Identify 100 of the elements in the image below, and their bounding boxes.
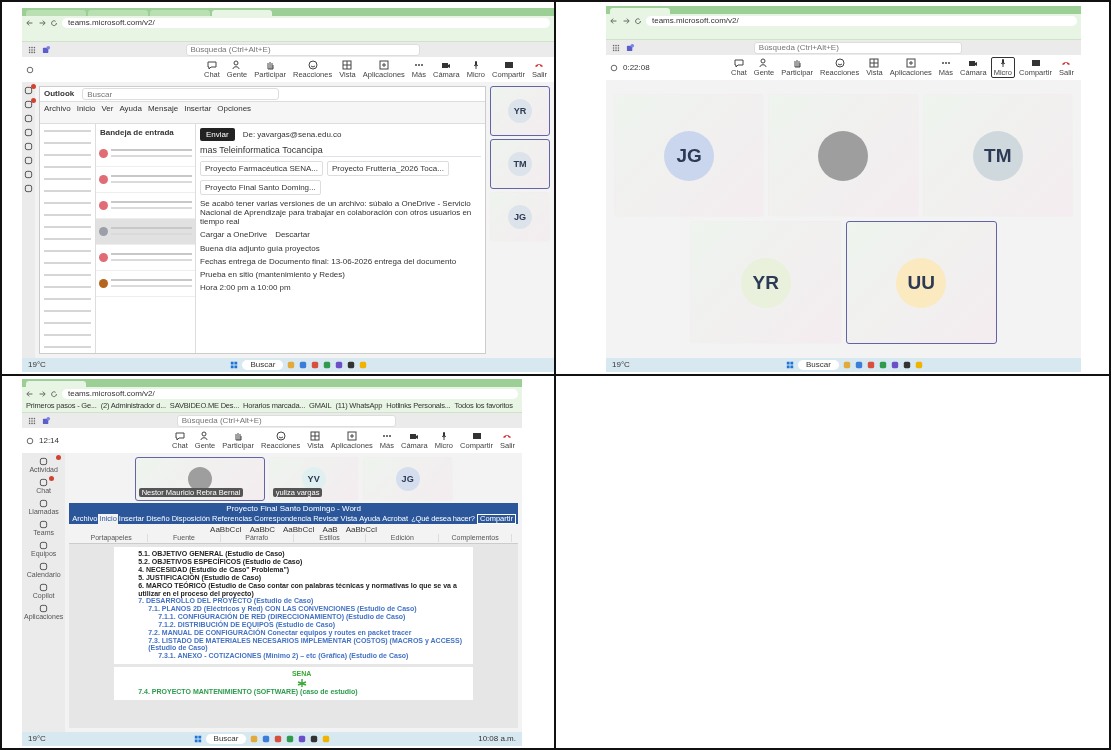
smiley-icon: [307, 60, 318, 71]
search-field[interactable]: Búsqueda (Ctrl+Alt+E): [176, 414, 397, 427]
reload-icon[interactable]: [50, 390, 58, 398]
meeting-timer: 0:22:08: [623, 62, 650, 73]
rail-item[interactable]: [24, 128, 33, 137]
rail-item[interactable]: [24, 170, 33, 179]
notification-dot: [31, 98, 36, 103]
weather-text: 19°C: [612, 360, 630, 370]
weather-text: 19°C: [28, 360, 46, 370]
rounded-square-icon: [24, 86, 33, 95]
weather-text: 19°C: [28, 734, 46, 744]
style-preview[interactable]: AaB: [322, 525, 338, 535]
rounded-square-icon: [24, 156, 33, 165]
back-icon[interactable]: [26, 19, 34, 27]
avatar-initials: YV: [301, 467, 326, 491]
chat-bubble-icon: [206, 60, 217, 71]
rail-item[interactable]: [24, 114, 33, 123]
windows-logo-icon[interactable]: [786, 361, 794, 369]
style-preview[interactable]: AaBbCcI: [345, 525, 378, 535]
style-preview[interactable]: AaBbC: [249, 525, 275, 535]
attachment-chip[interactable]: Proyecto Final Santo Doming...: [200, 179, 321, 195]
forward-icon[interactable]: [38, 19, 46, 27]
screen-icon: [1030, 58, 1041, 69]
search-field[interactable]: Buscar: [82, 88, 279, 100]
ribbon-tab[interactable]: Opciones: [217, 104, 252, 114]
windows-logo-icon[interactable]: [230, 361, 239, 369]
people-icon: [200, 431, 211, 442]
people-logo-icon: [42, 45, 51, 54]
rail-item[interactable]: [24, 142, 33, 151]
plus-square-icon: [378, 60, 389, 71]
back-icon[interactable]: [26, 390, 34, 398]
rounded-square-icon: [39, 583, 49, 592]
attachment-chip[interactable]: Proyecto Fruttería_2026 Toca...: [326, 160, 449, 176]
style-preview[interactable]: AaBbCcI: [210, 525, 242, 535]
send-button[interactable]: Enviar: [200, 128, 235, 142]
rail-item[interactable]: [24, 100, 33, 109]
forward-icon[interactable]: [622, 17, 630, 25]
avatar-initials: JG: [395, 467, 420, 491]
rail-item[interactable]: [24, 184, 33, 193]
ribbon-tab[interactable]: Archivo: [44, 104, 71, 114]
app-grid-icon[interactable]: [28, 416, 36, 425]
chat-bubble-icon: [733, 58, 744, 69]
ribbon-tab[interactable]: Insertar: [184, 104, 212, 114]
people-icon: [232, 60, 243, 71]
email-body-text: Prueba en sitio (mantenimiento y Redes): [200, 270, 346, 280]
app-grid-icon[interactable]: [28, 45, 36, 54]
rounded-square-icon: [39, 520, 49, 529]
rounded-square-icon: [24, 128, 33, 137]
rounded-square-icon: [39, 478, 49, 487]
address-bar[interactable]: teams.microsoft.com/v2/: [646, 16, 1077, 26]
back-icon[interactable]: [610, 17, 618, 25]
camera-icon: [968, 58, 979, 69]
people-logo-icon: [42, 416, 51, 425]
rounded-square-icon: [39, 499, 49, 508]
smiley-icon: [834, 58, 845, 69]
app-title: Outlook: [44, 89, 75, 99]
style-preview[interactable]: AaBbCcI: [283, 525, 315, 535]
notice-text: Se acabó tener varias versiones de un archivo: súbalo a OneDrive - Servicio Nacional de Aprendizaje para trabajar en colaboración con otros usuarios en tiempo real: [200, 198, 473, 227]
rounded-square-icon: [24, 100, 33, 109]
app-grid-icon[interactable]: [612, 43, 620, 52]
rounded-square-icon: [24, 170, 33, 179]
reload-icon[interactable]: [634, 17, 642, 25]
avatar-initials: YR: [740, 257, 791, 308]
forward-icon[interactable]: [38, 390, 46, 398]
search-field[interactable]: Búsqueda (Ctrl+Alt+E): [753, 41, 963, 54]
windows-logo-icon[interactable]: [193, 735, 202, 743]
notice-link[interactable]: Descartar: [275, 230, 310, 240]
avatar-initials: YR: [508, 99, 532, 123]
avatar-initials: JG: [508, 205, 532, 229]
ribbon-tab[interactable]: Ver: [101, 104, 114, 114]
search-field[interactable]: Búsqueda (Ctrl+Alt+E): [185, 43, 420, 56]
rail-item[interactable]: [24, 86, 33, 95]
grid-icon: [342, 60, 353, 71]
ribbon-tab[interactable]: Mensaje: [147, 104, 179, 114]
hand-icon: [233, 431, 244, 442]
grid-icon: [869, 58, 880, 69]
attachment-chip[interactable]: Proyecto Farmacéutica SENA...: [200, 160, 323, 176]
notification-dot: [49, 476, 55, 481]
from-field[interactable]: De: yavargas@sena.edu.co: [242, 130, 342, 140]
avatar-initials: UU: [896, 257, 947, 308]
ribbon-tab[interactable]: Inicio: [76, 104, 96, 114]
notice-link[interactable]: Cargar a OneDrive: [200, 230, 268, 240]
taskbar-search[interactable]: Buscar: [798, 360, 839, 370]
rail-item[interactable]: [24, 156, 33, 165]
notification-dot: [31, 84, 36, 89]
screen-icon: [471, 431, 482, 442]
notification-dot: [55, 455, 61, 460]
message-row[interactable]: [96, 219, 195, 246]
reload-icon[interactable]: [50, 19, 58, 27]
figure-logo-icon: [296, 677, 307, 688]
grid-icon: [310, 431, 321, 442]
address-bar[interactable]: teams.microsoft.com/v2/: [62, 389, 518, 399]
chat-bubble-icon: [174, 431, 185, 442]
taskbar-search[interactable]: Buscar: [242, 360, 284, 370]
ribbon-tab[interactable]: Ayuda: [119, 104, 142, 114]
avatar-initials: TM: [508, 152, 532, 176]
hand-icon: [792, 58, 803, 69]
taskbar-search[interactable]: Buscar: [205, 734, 247, 744]
plus-square-icon: [905, 58, 916, 69]
address-bar[interactable]: teams.microsoft.com/v2/: [62, 18, 550, 28]
